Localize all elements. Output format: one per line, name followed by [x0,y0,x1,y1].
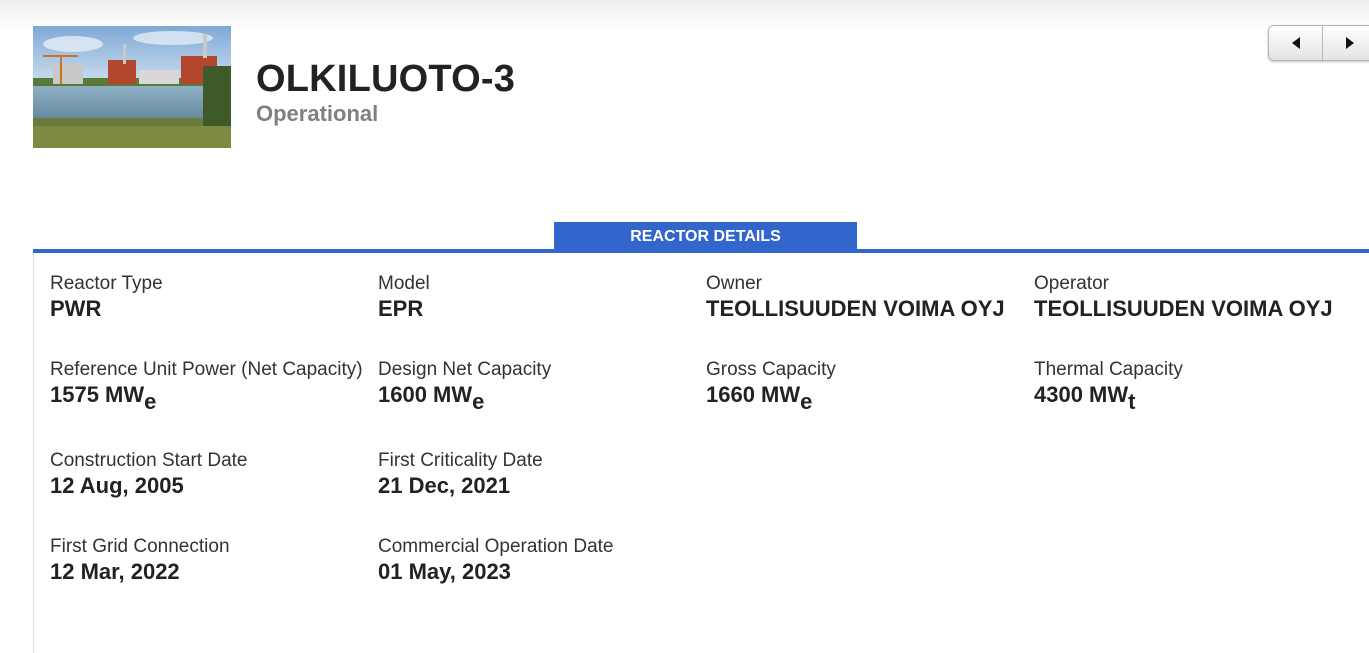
field-operator: Operator TEOLLISUUDEN VOIMA OYJ [1034,272,1333,322]
field-construction-start-date: Construction Start Date 12 Aug, 2005 [50,449,247,499]
previous-button[interactable] [1269,26,1323,60]
value-number: 1575 MW [50,382,145,407]
reactor-status: Operational [256,101,379,126]
field-value: 12 Mar, 2022 [50,559,180,584]
field-label: Model [378,273,430,294]
field-label: First Criticality Date [378,450,543,471]
field-value: TEOLLISUUDEN VOIMA OYJ [1034,296,1333,321]
field-commercial-operation-date: Commercial Operation Date 01 May, 2023 [378,535,613,585]
field-label: Construction Start Date [50,450,248,471]
field-label: Reactor Type [50,273,163,294]
field-value: 01 May, 2023 [378,559,511,584]
field-label: Reference Unit Power (Net Capacity) [50,359,363,380]
field-label: First Grid Connection [50,536,230,557]
field-design-net-capacity: Design Net Capacity 1600 MWe [378,358,552,413]
field-label: Commercial Operation Date [378,536,614,557]
field-label: Design Net Capacity [378,359,552,380]
field-value: EPR [378,296,424,321]
field-reference-unit-power: Reference Unit Power (Net Capacity) 1575… [50,358,363,413]
section-tab-reactor-details: REACTOR DETAILS [554,222,857,251]
reactor-photo-image [33,26,231,148]
field-value: 4300 MWt [1034,382,1183,413]
unit-subscript: t [1128,389,1136,414]
field-value: 1600 MWe [378,382,551,413]
field-label: Operator [1034,273,1109,294]
reactor-photo [33,26,231,148]
field-model: Model EPR [378,272,430,322]
field-label: Gross Capacity [706,359,836,380]
next-button[interactable] [1323,26,1369,60]
field-label: Thermal Capacity [1034,359,1183,380]
field-thermal-capacity: Thermal Capacity 4300 MWt [1034,358,1183,413]
pager [1268,25,1369,61]
value-number: 4300 MW [1034,382,1129,407]
field-gross-capacity: Gross Capacity 1660 MWe [706,358,836,413]
unit-subscript: e [144,389,157,414]
reactor-name: OLKILUOTO-3 [256,58,516,100]
field-value: 1575 MWe [50,382,363,413]
field-first-grid-connection: First Grid Connection 12 Mar, 2022 [50,535,230,585]
field-owner: Owner TEOLLISUUDEN VOIMA OYJ [706,272,1005,322]
field-value: 21 Dec, 2021 [378,473,511,498]
value-number: 1600 MW [378,382,473,407]
panel-left-border [33,253,34,653]
field-value: TEOLLISUUDEN VOIMA OYJ [706,296,1005,321]
field-value: 12 Aug, 2005 [50,473,184,498]
field-value: 1660 MWe [706,382,836,413]
field-value: PWR [50,296,102,321]
unit-subscript: e [800,389,813,414]
value-number: 1660 MW [706,382,801,407]
triangle-right-icon [1346,37,1354,49]
triangle-left-icon [1291,37,1300,49]
field-reactor-type: Reactor Type PWR [50,272,163,322]
field-label: Owner [706,273,762,294]
unit-subscript: e [472,389,485,414]
field-first-criticality-date: First Criticality Date 21 Dec, 2021 [378,449,543,499]
reactor-page: OLKILUOTO-3 Operational REACTOR DETAILS … [0,0,1369,653]
